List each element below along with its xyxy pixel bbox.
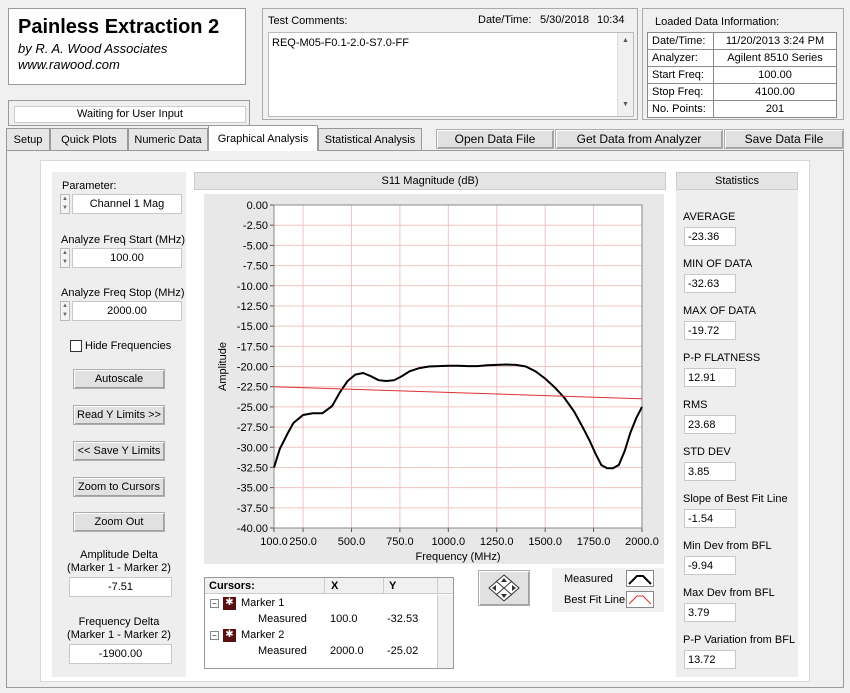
legend-bfl-label: Best Fit Line [564,594,626,606]
stat-label: AVERAGE [683,211,736,223]
x-tick-label: 1250.0 [480,536,514,548]
stat-label: Slope of Best Fit Line [683,493,788,505]
cursors-panel: Cursors: X Y − ✱ Marker 1 Measured 100.0… [204,577,454,669]
y-tick-label: -17.50 [237,341,268,353]
cursors-title: Cursors: [209,580,255,592]
y-tick-label: -35.00 [237,483,268,495]
stat-value: -19.72 [684,321,736,340]
cursors-col-y: Y [389,580,397,592]
pan-tool-icon [488,574,520,602]
legend: Measured Best Fit Line [552,568,664,612]
y-tick-label: -37.50 [237,503,268,515]
stat-label: MAX OF DATA [683,305,756,317]
y-tick-label: 0.00 [247,200,268,212]
y-tick-label: -27.50 [237,422,268,434]
y-tick-label: -12.50 [237,301,268,313]
y-tick-label: -30.00 [237,442,268,454]
stat-value: -1.54 [684,509,736,528]
y-tick-label: -7.50 [243,261,268,273]
marker-1-y[interactable]: -32.53 [387,613,418,625]
marker-1-trace: Measured [258,613,307,625]
column-divider [324,578,325,594]
x-tick-label: 100.0 [260,536,288,548]
cursors-header: Cursors: X Y [205,578,453,594]
stat-label: RMS [683,399,708,411]
stat-value: -9.94 [684,556,736,575]
y-axis-label: Amplitude [217,342,229,391]
stat-value: -32.63 [684,274,736,293]
y-tick-label: -15.00 [237,321,268,333]
stat-value: 13.72 [684,650,736,669]
x-tick-label: 500.0 [338,536,366,548]
y-tick-label: -40.00 [237,523,268,535]
stat-label: STD DEV [683,446,731,458]
y-tick-label: -10.00 [237,281,268,293]
y-tick-label: -32.50 [237,462,268,474]
stat-label: Max Dev from BFL [683,587,775,599]
column-divider [437,578,438,594]
marker-2-label[interactable]: Marker 2 [241,629,284,641]
x-axis-label: Frequency (MHz) [416,551,501,563]
stat-value: 12.91 [684,368,736,387]
line-sample-icon [628,595,652,605]
marker-1-label[interactable]: Marker 1 [241,597,284,609]
x-tick-label: 250.0 [289,536,317,548]
stat-value: 3.79 [684,603,736,622]
stat-label: MIN OF DATA [683,258,753,270]
collapse-icon[interactable]: − [210,599,219,608]
cursors-scrollbar[interactable] [437,595,453,668]
legend-bfl-swatch[interactable] [626,591,654,608]
x-tick-label: 1500.0 [528,536,562,548]
y-tick-label: -22.50 [237,382,268,394]
y-tick-label: -2.50 [243,220,268,232]
stat-label: Min Dev from BFL [683,540,772,552]
y-tick-label: -20.00 [237,362,268,374]
stat-label: P-P Variation from BFL [683,634,796,646]
marker-2-x[interactable]: 2000.0 [330,645,364,657]
legend-measured-swatch[interactable] [626,570,654,587]
line-sample-icon [628,575,652,585]
y-tick-label: -25.00 [237,402,268,414]
statistics-title: Statistics [676,172,798,190]
stat-label: P-P FLATNESS [683,352,761,364]
column-divider [383,578,384,594]
cursors-col-x: X [331,580,339,592]
marker-2-icon[interactable]: ✱ [223,629,236,642]
pan-tool-button[interactable] [478,570,530,606]
x-tick-label: 1000.0 [431,536,465,548]
stat-value: 3.85 [684,462,736,481]
y-tick-label: -5.00 [243,240,268,252]
marker-2-y[interactable]: -25.02 [387,645,418,657]
collapse-icon[interactable]: − [210,631,219,640]
stat-value: -23.36 [684,227,736,246]
tab-graphical-analysis[interactable]: Graphical Analysis [208,125,318,151]
marker-1-x[interactable]: 100.0 [330,613,358,625]
marker-2-trace: Measured [258,645,307,657]
legend-measured-label: Measured [564,573,613,585]
x-tick-label: 1750.0 [577,536,611,548]
x-tick-label: 2000.0 [625,536,659,548]
stat-value: 23.68 [684,415,736,434]
x-tick-label: 750.0 [386,536,414,548]
marker-1-icon[interactable]: ✱ [223,597,236,610]
